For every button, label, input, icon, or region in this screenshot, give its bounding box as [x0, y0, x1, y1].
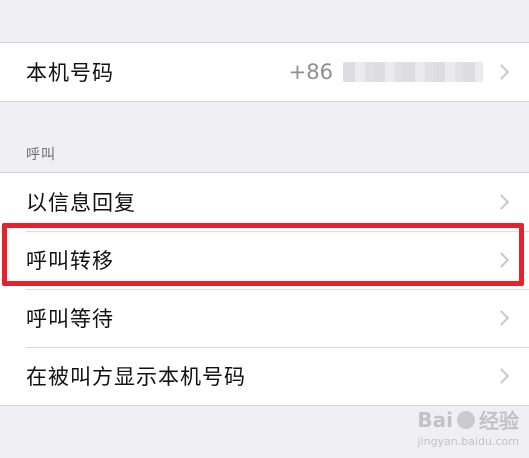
call-section-header: 呼叫 [26, 147, 56, 163]
show-caller-id-label: 在被叫方显示本机号码 [26, 365, 246, 389]
my-number-group: 本机号码 +86 [0, 42, 529, 102]
blurred-phone-number [343, 62, 483, 82]
watermark-brand-text: 经验 [479, 409, 519, 433]
call-settings-group: 以信息回复 呼叫转移 呼叫等待 在被叫方显示本机号码 [0, 172, 529, 406]
call-waiting-label: 呼叫等待 [26, 307, 114, 331]
watermark-bai-text: Bai [417, 407, 453, 432]
chevron-right-icon [493, 252, 510, 268]
baidu-jingyan-watermark: Bai 经验 jingyan.baidu.com [417, 405, 519, 449]
show-caller-id-row[interactable]: 在被叫方显示本机号码 [0, 347, 529, 405]
call-waiting-row[interactable]: 呼叫等待 [0, 289, 529, 347]
my-number-label: 本机号码 [26, 61, 114, 85]
call-forwarding-label: 呼叫转移 [26, 249, 114, 273]
chevron-right-icon [493, 368, 510, 384]
baidu-paw-icon [457, 410, 475, 429]
watermark-logo: Bai 经验 [417, 405, 519, 434]
my-number-row[interactable]: 本机号码 +86 [0, 43, 529, 101]
chevron-right-icon [493, 194, 510, 210]
chevron-right-icon [493, 64, 510, 80]
call-forwarding-row[interactable]: 呼叫转移 [0, 231, 529, 289]
respond-with-text-label: 以信息回复 [26, 191, 136, 215]
my-number-value: +86 [289, 60, 483, 84]
watermark-url: jingyan.baidu.com [417, 435, 519, 448]
respond-with-text-row[interactable]: 以信息回复 [0, 173, 529, 231]
country-code: +86 [288, 60, 333, 84]
chevron-right-icon [493, 310, 510, 326]
